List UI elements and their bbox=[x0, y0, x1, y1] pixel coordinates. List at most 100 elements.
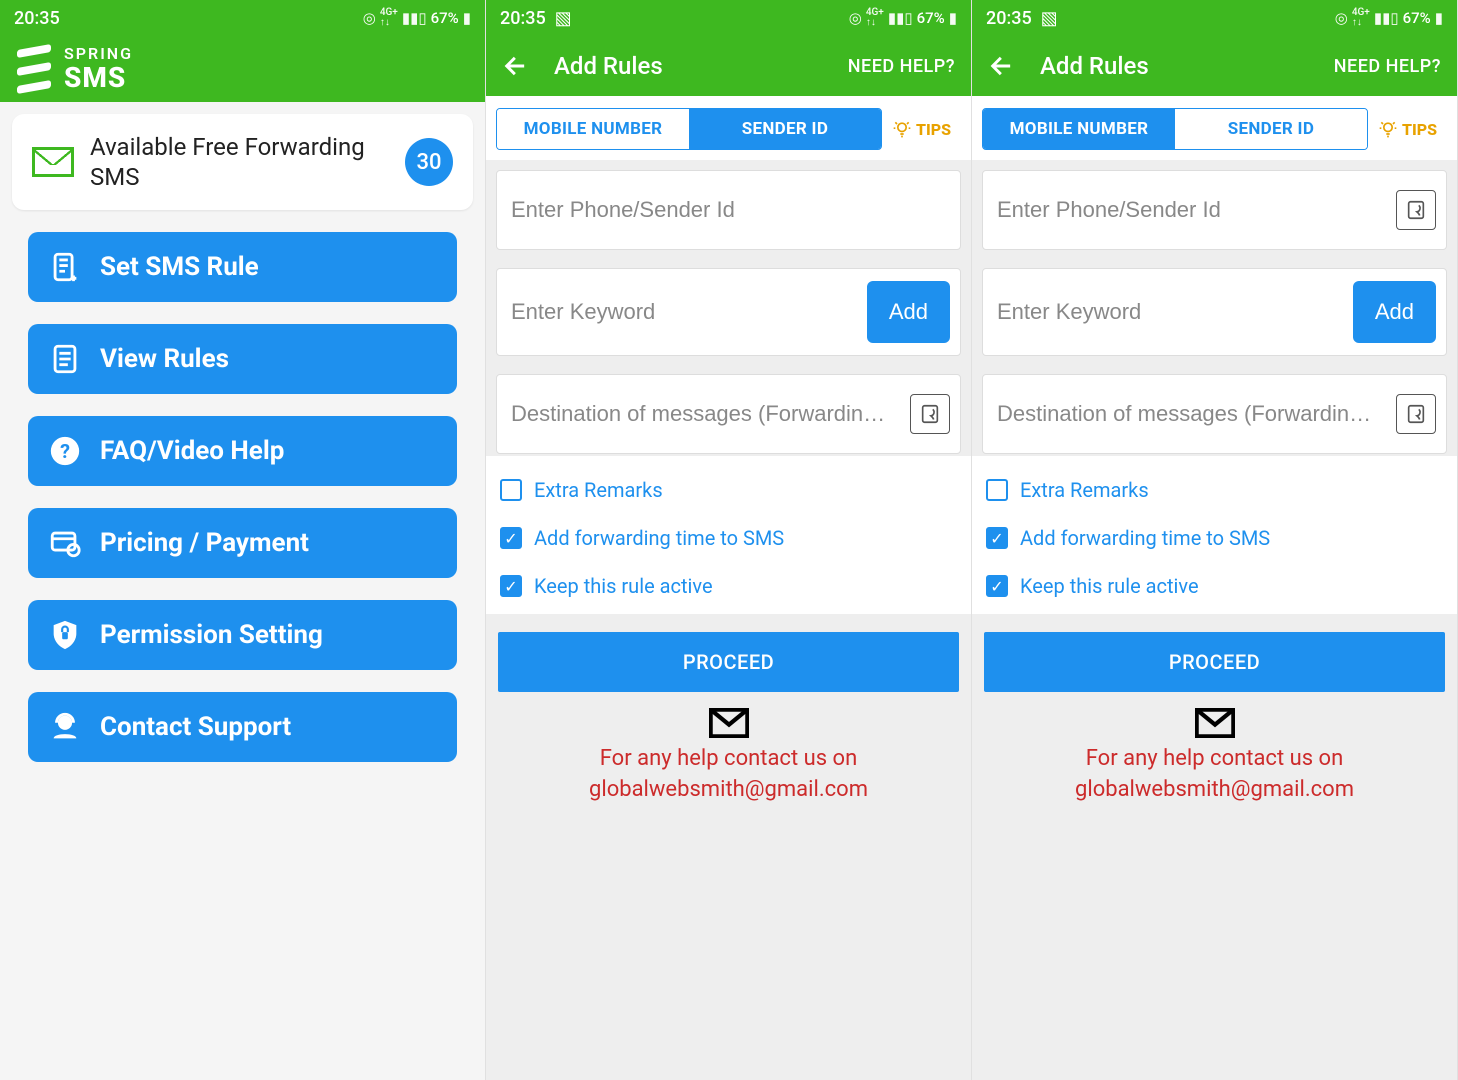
tabs-row: MOBILE NUMBER SENDER ID TIPS bbox=[972, 96, 1457, 162]
list-icon bbox=[48, 342, 82, 376]
shield-icon bbox=[48, 618, 82, 652]
tab-mobile-number[interactable]: MOBILE NUMBER bbox=[983, 109, 1175, 149]
battery-text: 67% bbox=[1403, 9, 1431, 27]
network-icon: 4G+↑↓ bbox=[380, 8, 398, 28]
status-right: ◎ 4G+↑↓ ▮▮▯ 67% ▮ bbox=[363, 8, 471, 28]
screenshot-icon: ▧ bbox=[1041, 8, 1058, 29]
tab-sender-id[interactable]: SENDER ID bbox=[1175, 109, 1367, 149]
tab-mobile-number[interactable]: MOBILE NUMBER bbox=[497, 109, 689, 149]
checkbox-icon: ✓ bbox=[500, 527, 522, 549]
brand-logo-icon bbox=[14, 47, 54, 91]
check-keep-active[interactable]: ✓ Keep this rule active bbox=[986, 562, 1443, 610]
contacts-icon[interactable] bbox=[910, 394, 950, 434]
hotspot-icon: ◎ bbox=[363, 9, 376, 27]
proceed-button[interactable]: PROCEED bbox=[498, 632, 959, 692]
keyword-field-block: Add bbox=[496, 268, 961, 356]
add-keyword-button[interactable]: Add bbox=[867, 281, 950, 343]
tab-segment: MOBILE NUMBER SENDER ID bbox=[982, 108, 1368, 150]
status-bar: 20:35 ▧ ◎ 4G+↑↓ ▮▮▯ 67% ▮ bbox=[972, 0, 1457, 36]
menu-set-sms-rule[interactable]: Set SMS Rule bbox=[28, 232, 457, 302]
signal-icon: ▮▮▯ bbox=[402, 9, 427, 27]
mail-icon bbox=[496, 708, 961, 738]
envelope-icon bbox=[32, 147, 74, 177]
battery-text: 67% bbox=[431, 9, 459, 27]
need-help-link[interactable]: NEED HELP? bbox=[848, 56, 955, 77]
help-footer: For any help contact us on globalwebsmit… bbox=[486, 692, 971, 822]
status-time: 20:35 bbox=[14, 8, 60, 29]
status-right: ◎ 4G+↑↓ ▮▮▯ 67% ▮ bbox=[849, 8, 957, 28]
network-icon: 4G+↑↓ bbox=[1352, 8, 1370, 28]
destination-input[interactable] bbox=[507, 387, 902, 441]
phone-field-block bbox=[496, 170, 961, 250]
signal-icon: ▮▮▯ bbox=[888, 9, 913, 27]
status-bar: 20:35 ▧ ◎ 4G+↑↓ ▮▮▯ 67% ▮ bbox=[486, 0, 971, 36]
rule-icon bbox=[48, 250, 82, 284]
keyword-field-block: Add bbox=[982, 268, 1447, 356]
phone-input[interactable] bbox=[993, 183, 1388, 237]
check-extra-remarks[interactable]: Extra Remarks bbox=[986, 466, 1443, 514]
check-keep-active[interactable]: ✓ Keep this rule active bbox=[500, 562, 957, 610]
contacts-icon[interactable] bbox=[1396, 190, 1436, 230]
status-time: 20:35 ▧ bbox=[500, 8, 572, 29]
checkbox-group: Extra Remarks ✓ Add forwarding time to S… bbox=[486, 456, 971, 614]
bulb-icon bbox=[1378, 119, 1398, 139]
checkbox-icon: ✓ bbox=[500, 575, 522, 597]
card-text: Available Free Forwarding SMS bbox=[90, 132, 389, 192]
mail-icon bbox=[982, 708, 1447, 738]
destination-field-block bbox=[496, 374, 961, 454]
menu-view-rules[interactable]: View Rules bbox=[28, 324, 457, 394]
screen-home: 20:35 ◎ 4G+↑↓ ▮▮▯ 67% ▮ SPRING SMS Avail… bbox=[0, 0, 486, 1080]
payment-icon bbox=[48, 526, 82, 560]
screen-add-rules-mobile: 20:35 ▧ ◎ 4G+↑↓ ▮▮▯ 67% ▮ Add Rules NEED… bbox=[486, 0, 972, 1080]
count-badge: 30 bbox=[405, 138, 453, 186]
back-button[interactable] bbox=[988, 52, 1016, 80]
checkbox-icon bbox=[500, 479, 522, 501]
add-keyword-button[interactable]: Add bbox=[1353, 281, 1436, 343]
form-body: Add Extra Remarks ✓ Add forwarding time … bbox=[486, 162, 971, 1080]
menu-pricing[interactable]: Pricing / Payment bbox=[28, 508, 457, 578]
check-forwarding-time[interactable]: ✓ Add forwarding time to SMS bbox=[986, 514, 1443, 562]
hotspot-icon: ◎ bbox=[849, 9, 862, 27]
status-bar: 20:35 ◎ 4G+↑↓ ▮▮▯ 67% ▮ bbox=[0, 0, 485, 36]
contacts-icon[interactable] bbox=[1396, 394, 1436, 434]
checkbox-icon bbox=[986, 479, 1008, 501]
battery-icon: ▮ bbox=[463, 9, 471, 27]
page-title: Add Rules bbox=[554, 52, 848, 80]
checkbox-icon: ✓ bbox=[986, 527, 1008, 549]
tab-sender-id[interactable]: SENDER ID bbox=[689, 109, 881, 149]
check-extra-remarks[interactable]: Extra Remarks bbox=[500, 466, 957, 514]
screenshot-icon: ▧ bbox=[555, 8, 572, 29]
battery-icon: ▮ bbox=[1435, 9, 1443, 27]
back-button[interactable] bbox=[502, 52, 530, 80]
proceed-button[interactable]: PROCEED bbox=[984, 632, 1445, 692]
check-forwarding-time[interactable]: ✓ Add forwarding time to SMS bbox=[500, 514, 957, 562]
free-forwarding-card[interactable]: Available Free Forwarding SMS 30 bbox=[12, 114, 473, 210]
app-bar: Add Rules NEED HELP? bbox=[486, 36, 971, 96]
bulb-icon bbox=[892, 119, 912, 139]
phone-input[interactable] bbox=[507, 183, 950, 237]
keyword-input[interactable] bbox=[507, 285, 859, 339]
menu-permission[interactable]: Permission Setting bbox=[28, 600, 457, 670]
app-bar: Add Rules NEED HELP? bbox=[972, 36, 1457, 96]
home-menu: Set SMS Rule View Rules ? FAQ/Video Help… bbox=[12, 232, 473, 762]
tips-button[interactable]: TIPS bbox=[1368, 108, 1447, 150]
menu-faq[interactable]: ? FAQ/Video Help bbox=[28, 416, 457, 486]
help-footer: For any help contact us on globalwebsmit… bbox=[972, 692, 1457, 822]
destination-field-block bbox=[982, 374, 1447, 454]
form-body: Add Extra Remarks ✓ Add forwarding time … bbox=[972, 162, 1457, 1080]
tab-segment: MOBILE NUMBER SENDER ID bbox=[496, 108, 882, 150]
support-icon bbox=[48, 710, 82, 744]
need-help-link[interactable]: NEED HELP? bbox=[1334, 56, 1441, 77]
tips-button[interactable]: TIPS bbox=[882, 108, 961, 150]
network-icon: 4G+↑↓ bbox=[866, 8, 884, 28]
checkbox-group: Extra Remarks ✓ Add forwarding time to S… bbox=[972, 456, 1457, 614]
battery-text: 67% bbox=[917, 9, 945, 27]
page-title: Add Rules bbox=[1040, 52, 1334, 80]
status-right: ◎ 4G+↑↓ ▮▮▯ 67% ▮ bbox=[1335, 8, 1443, 28]
status-time: 20:35 ▧ bbox=[986, 8, 1058, 29]
destination-input[interactable] bbox=[993, 387, 1388, 441]
menu-contact[interactable]: Contact Support bbox=[28, 692, 457, 762]
brand-header: SPRING SMS bbox=[0, 36, 485, 102]
keyword-input[interactable] bbox=[993, 285, 1345, 339]
home-body: Available Free Forwarding SMS 30 Set SMS… bbox=[0, 102, 485, 1080]
